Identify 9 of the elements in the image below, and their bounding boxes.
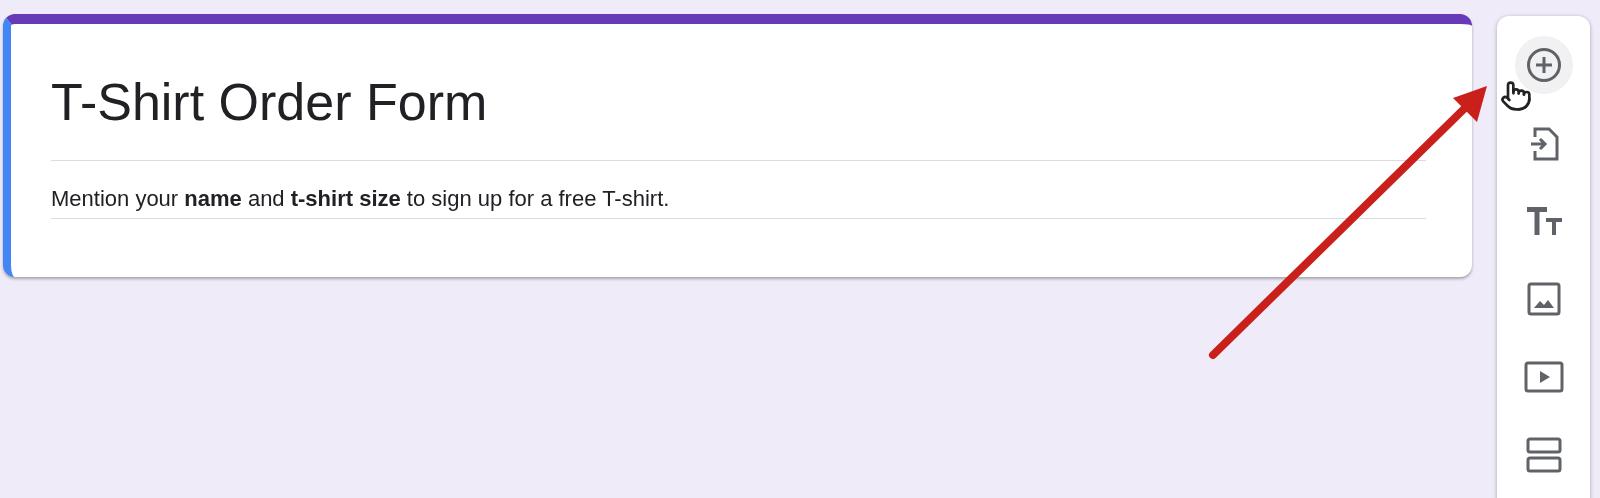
form-title[interactable]: T-Shirt Order Form bbox=[51, 64, 1426, 161]
form-description[interactable]: Mention your name and t-shirt size to sign up for a free T-shirt. bbox=[51, 183, 1426, 219]
file-import-icon bbox=[1528, 125, 1559, 161]
add-circle-icon bbox=[1525, 47, 1562, 83]
image-icon bbox=[1526, 282, 1561, 316]
video-icon bbox=[1523, 361, 1564, 393]
text-size-icon bbox=[1525, 207, 1562, 235]
section-icon bbox=[1525, 437, 1562, 473]
hand-cursor-icon bbox=[1500, 80, 1532, 112]
